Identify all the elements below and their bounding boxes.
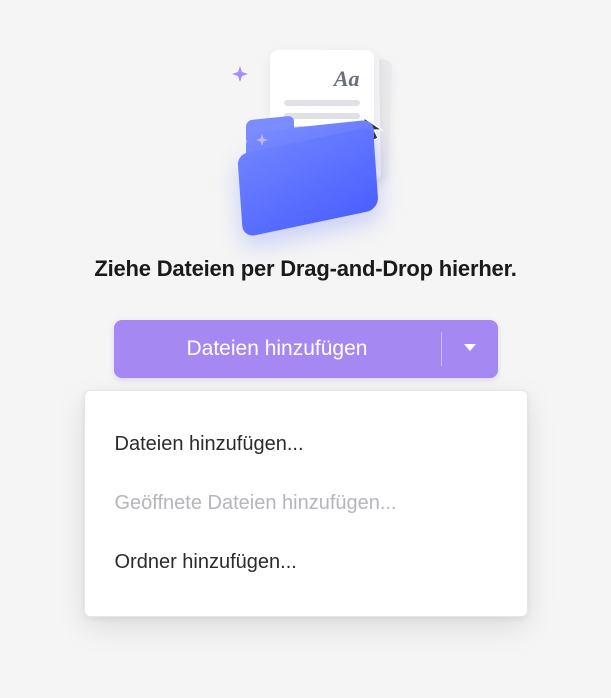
menu-item-label: Ordner hinzufügen...	[115, 551, 297, 573]
menu-item-add-folder[interactable]: Ordner hinzufügen...	[85, 533, 527, 592]
document-glyph: Aa	[284, 66, 360, 92]
add-files-label: Dateien hinzufügen	[187, 337, 368, 361]
add-files-button[interactable]: Dateien hinzufügen	[114, 320, 441, 378]
sparkle-icon	[232, 66, 248, 82]
menu-item-label: Geöffnete Dateien hinzufügen...	[115, 492, 397, 514]
drop-headline: Ziehe Dateien per Drag-and-Drop hierher.	[94, 256, 516, 282]
menu-item-label: Dateien hinzufügen...	[115, 433, 304, 455]
sparkle-icon	[256, 134, 268, 146]
add-files-menu: Dateien hinzufügen... Geöffnete Dateien …	[84, 390, 528, 617]
caret-down-icon	[463, 340, 477, 358]
add-files-dropdown-toggle[interactable]	[442, 320, 498, 378]
menu-item-add-open-files: Geöffnete Dateien hinzufügen...	[85, 474, 527, 533]
add-files-split-button[interactable]: Dateien hinzufügen	[114, 320, 498, 378]
menu-item-add-files[interactable]: Dateien hinzufügen...	[85, 415, 527, 474]
drop-illustration: Aa	[206, 48, 406, 228]
